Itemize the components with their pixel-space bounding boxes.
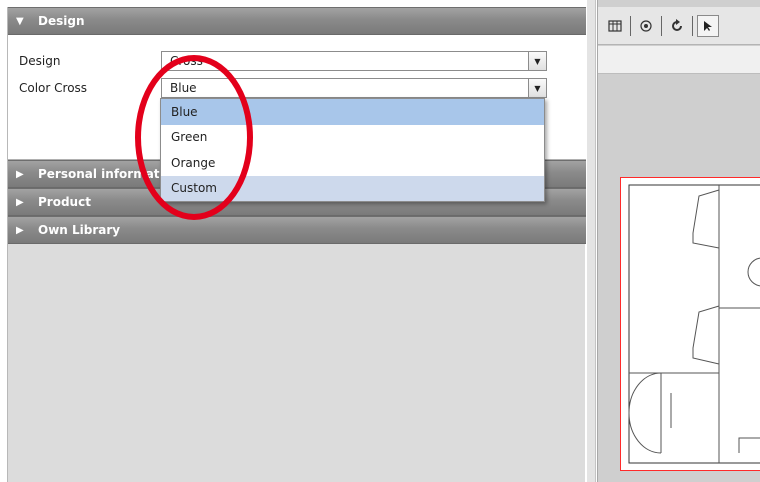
dropdown-option-custom[interactable]: Custom bbox=[161, 175, 544, 201]
design-canvas[interactable] bbox=[620, 177, 760, 471]
color-cross-label: Color Cross bbox=[19, 81, 88, 95]
canvas-subbar bbox=[598, 46, 760, 74]
triangle-right-icon: ▶ bbox=[16, 168, 24, 180]
toolbar-separator bbox=[661, 15, 662, 36]
triangle-down-icon: ▼ bbox=[16, 15, 24, 27]
grid-icon[interactable] bbox=[604, 15, 626, 37]
section-header-own-library[interactable]: ▶ Own Library bbox=[8, 216, 586, 244]
color-cross-select[interactable]: Blue ▼ bbox=[161, 78, 547, 98]
left-panel: ▼ Design Design Cross ▼ Color Cross Blue… bbox=[7, 7, 586, 482]
section-label: Design bbox=[38, 14, 85, 28]
color-cross-dropdown-list[interactable]: Blue Green Orange Custom bbox=[160, 98, 545, 202]
design-select[interactable]: Cross ▼ bbox=[161, 51, 547, 71]
dropdown-option-blue[interactable]: Blue bbox=[161, 99, 544, 125]
color-cross-select-value: Blue bbox=[170, 81, 197, 95]
triangle-right-icon: ▶ bbox=[16, 224, 24, 236]
section-label: Product bbox=[38, 195, 91, 209]
chevron-down-icon[interactable]: ▼ bbox=[528, 79, 546, 97]
toolbar-separator bbox=[692, 15, 693, 36]
chevron-down-icon[interactable]: ▼ bbox=[528, 52, 546, 70]
rotate-icon[interactable] bbox=[666, 15, 688, 37]
triangle-right-icon: ▶ bbox=[16, 196, 24, 208]
pointer-icon[interactable] bbox=[697, 14, 719, 37]
right-panel bbox=[597, 0, 760, 482]
canvas-toolbar bbox=[598, 7, 760, 45]
target-icon[interactable] bbox=[635, 15, 657, 37]
dropdown-option-orange[interactable]: Orange bbox=[161, 150, 544, 176]
dropdown-option-green[interactable]: Green bbox=[161, 125, 544, 151]
section-header-design[interactable]: ▼ Design bbox=[8, 7, 586, 35]
box-template-drawing bbox=[628, 184, 760, 464]
section-label: Own Library bbox=[38, 223, 121, 237]
toolbar-separator bbox=[630, 15, 631, 36]
design-label: Design bbox=[19, 54, 61, 68]
design-select-value: Cross bbox=[170, 54, 203, 68]
panel-splitter[interactable] bbox=[587, 0, 596, 482]
